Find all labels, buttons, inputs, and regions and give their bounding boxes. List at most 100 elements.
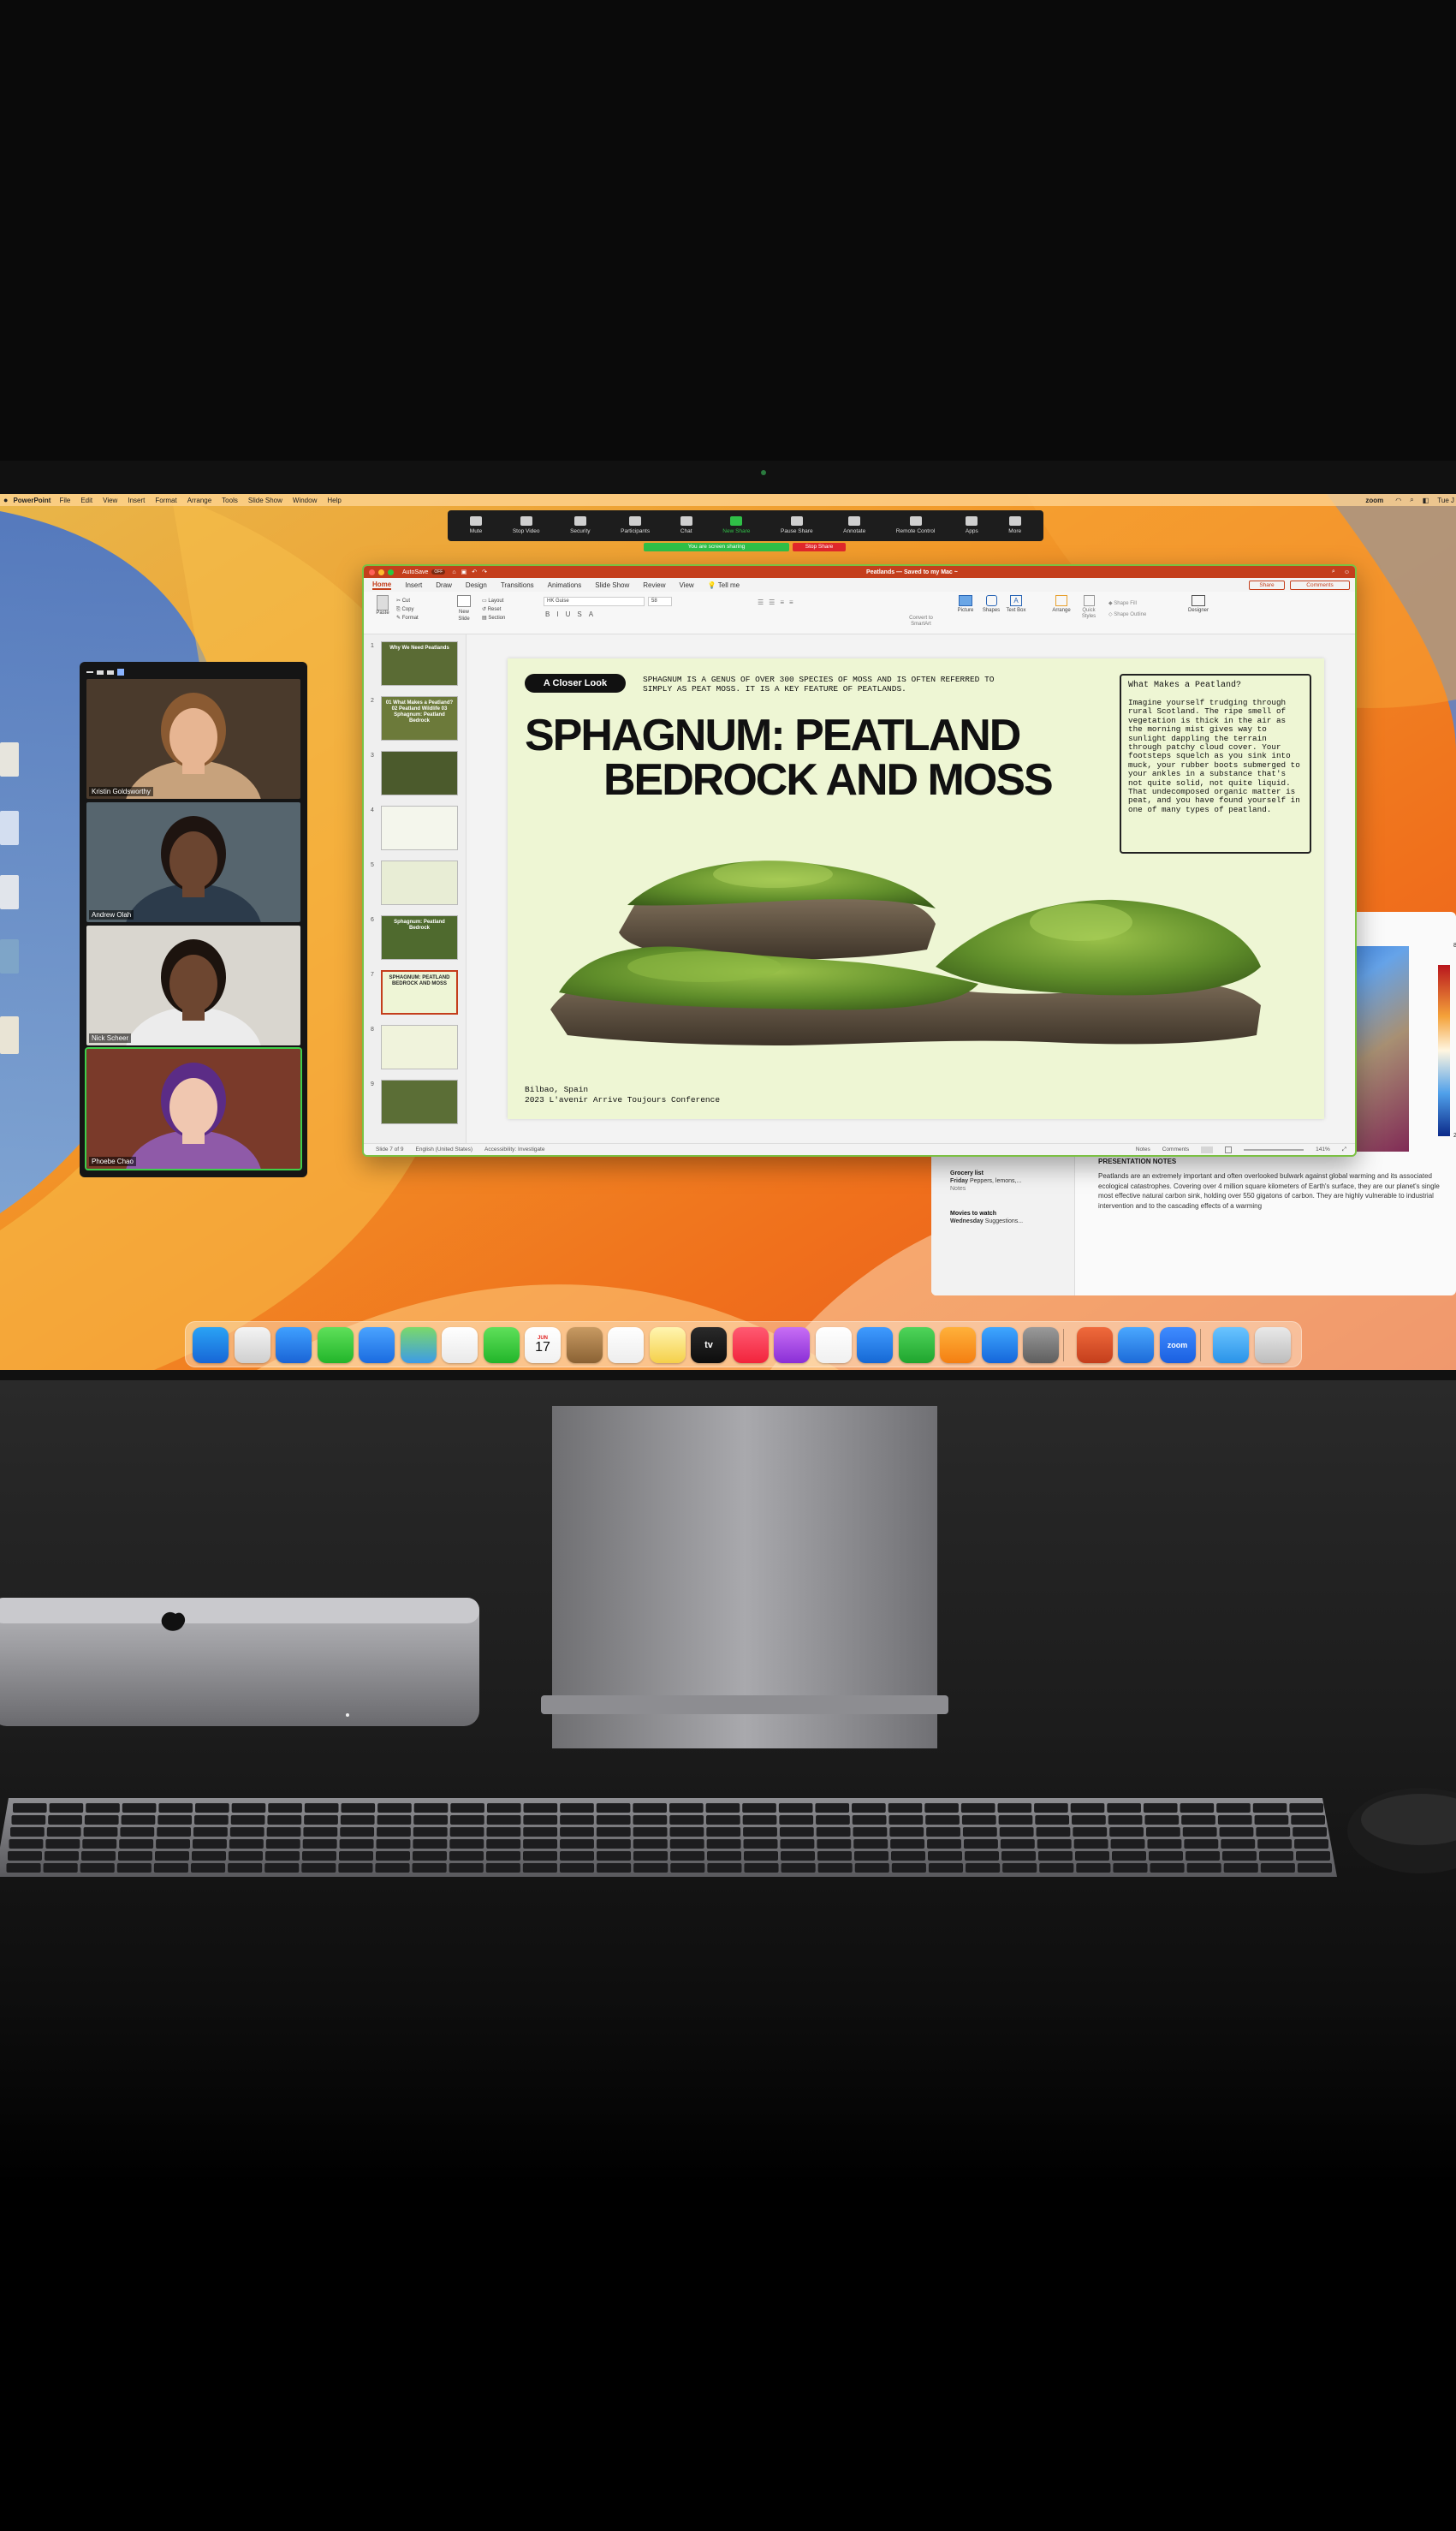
trash-icon[interactable] [1254,1327,1291,1363]
ribbon-tab-view[interactable]: View [680,581,694,589]
font-color-button[interactable]: A [589,610,600,618]
shapes-button[interactable]: Shapes [980,595,1002,613]
participant-tile[interactable]: Andrew Olah [86,802,300,922]
ribbon-tab-animations[interactable]: Animations [548,581,582,589]
slide-sorter-icon[interactable] [1225,1146,1233,1153]
stack-item[interactable] [0,1016,19,1054]
comments-button[interactable]: Comments [1290,581,1350,590]
notes-icon[interactable] [649,1327,686,1363]
ribbon-tab-review[interactable]: Review [643,581,665,589]
designer-button[interactable]: Designer [1184,595,1213,613]
align-center-button[interactable]: ≡ [789,599,799,606]
ribbon-tab-draw[interactable]: Draw [436,581,452,589]
autosave-toggle[interactable]: OFF [431,569,446,575]
news-icon[interactable] [815,1327,852,1363]
paste-button[interactable]: Paste [374,595,391,626]
menu-apple-icon[interactable]: ● [3,496,8,504]
slide-thumbnail[interactable]: 9 [367,1080,463,1129]
picture-button[interactable]: Picture [954,595,977,613]
numbers-icon[interactable] [898,1327,935,1363]
zoom-chat-button[interactable]: Chat [680,516,692,535]
share-button[interactable]: Share [1249,581,1285,590]
notes-toggle[interactable]: Notes [1136,1146,1150,1152]
keynote-icon[interactable] [857,1327,893,1363]
zoom-app-icon[interactable]: zoom [1159,1327,1196,1363]
format-painter-button[interactable]: ✎ Format [396,614,419,622]
font-size-select[interactable]: 58 [648,597,672,606]
bold-button[interactable]: B [545,610,556,618]
home-icon[interactable]: ⌂ [452,569,455,575]
shape-fill-button[interactable]: ◆ Shape Fill [1108,599,1146,610]
slide-thumbnail[interactable]: 5 [367,861,463,910]
menu-clock[interactable]: Tue J [1437,497,1454,504]
cut-button[interactable]: ✂ Cut [396,597,419,605]
gallery-view-icon[interactable] [117,669,124,676]
zoom-security-button[interactable]: Security [570,516,591,535]
slide-thumbnail[interactable]: 3 [367,751,463,801]
new-slide-button[interactable]: New Slide [455,595,473,622]
minimize-gallery-icon[interactable] [86,671,93,673]
menu-item[interactable]: File [59,497,70,504]
minimize-window-button[interactable] [378,569,384,575]
font-family-select[interactable]: HK Guise [544,597,645,606]
menu-zoom-status[interactable]: zoom [1365,497,1383,504]
underline-button[interactable]: U [566,610,578,618]
shape-outline-button[interactable]: ◇ Shape Outline [1108,610,1146,621]
ribbon-tab-insert[interactable]: Insert [405,581,422,589]
photos-icon[interactable] [442,1327,478,1363]
save-icon[interactable]: ▣ [461,569,467,575]
menu-item[interactable]: Window [293,497,317,504]
slide-thumbnail[interactable]: 8 [367,1025,463,1075]
copy-button[interactable]: ⎘ Copy [396,605,419,614]
zoom-stop-video-button[interactable]: Stop Video [513,516,540,535]
facetime-icon[interactable] [483,1327,520,1363]
menu-item[interactable]: Insert [128,497,145,504]
slide-thumbnail[interactable]: 6 Sphagnum: Peatland Bedrock [367,915,463,965]
arrange-button[interactable]: Arrange [1049,595,1074,613]
participant-tile[interactable]: Phoebe Chao [85,1047,302,1170]
ppt-account-icon[interactable]: ☺ [1344,569,1350,575]
close-window-button[interactable] [369,569,375,575]
text-box-button[interactable]: A Text Box [1006,595,1026,614]
control-center-icon[interactable]: ◧ [1423,497,1429,504]
bullets-button[interactable]: ☰ [758,599,769,606]
ppt-search-icon[interactable]: ⌕ [1332,569,1335,575]
stack-item[interactable] [0,742,19,777]
mail-icon[interactable] [359,1327,395,1363]
powerpoint-icon[interactable] [1076,1327,1113,1363]
tell-me-search[interactable]: 💡 Tell me [708,581,740,589]
weather-icon[interactable] [1118,1327,1154,1363]
menu-item[interactable]: Arrange [187,497,211,504]
accessibility-status[interactable]: Accessibility: Investigate [484,1146,544,1152]
contacts-icon[interactable] [566,1327,603,1363]
menu-item[interactable]: Slide Show [248,497,282,504]
zoom-slider[interactable] [1244,1148,1304,1151]
zoom-more-button[interactable]: More [1008,516,1021,535]
zoom-new-share-button[interactable]: New Share [722,516,750,535]
ribbon-tab-design[interactable]: Design [466,581,487,589]
normal-view-icon[interactable] [1201,1146,1214,1153]
ribbon-tab-slide-show[interactable]: Slide Show [595,581,629,589]
stack-item[interactable] [0,939,19,974]
menu-item[interactable]: Help [327,497,341,504]
undo-icon[interactable]: ↶ [472,569,477,575]
menu-item[interactable]: Edit [80,497,92,504]
ribbon-tab-transitions[interactable]: Transitions [501,581,534,589]
participant-tile[interactable]: Nick Scheer [86,926,300,1045]
layout-button[interactable]: ▭ Layout [482,597,505,605]
speaker-view-icon[interactable] [97,670,104,675]
menu-item[interactable]: View [103,497,117,504]
calendar-icon[interactable]: JUN 17 [525,1327,561,1363]
slide-thumbnail[interactable]: 2 01 What Makes a Peatland? 02 Peatland W… [367,696,463,746]
finder-icon[interactable] [193,1327,229,1363]
strikethrough-button[interactable]: S [577,610,588,618]
zoom-mute-button[interactable]: Mute [470,516,482,535]
note-list-item[interactable]: Movies to watch Wednesday Suggestions... [931,1208,1075,1248]
convert-smartart-button[interactable]: Convert to SmartArt [901,616,941,628]
downloads-folder-icon[interactable] [1213,1327,1249,1363]
italic-button[interactable]: I [556,610,565,618]
slide-canvas[interactable]: A Closer Look SPHAGNUM IS A GENUS OF OVE… [508,658,1324,1119]
slide-thumbnail[interactable]: 1 Why We Need Peatlands [367,641,463,691]
menu-item[interactable]: Format [155,497,176,504]
numbering-button[interactable]: ☰ [769,599,780,606]
